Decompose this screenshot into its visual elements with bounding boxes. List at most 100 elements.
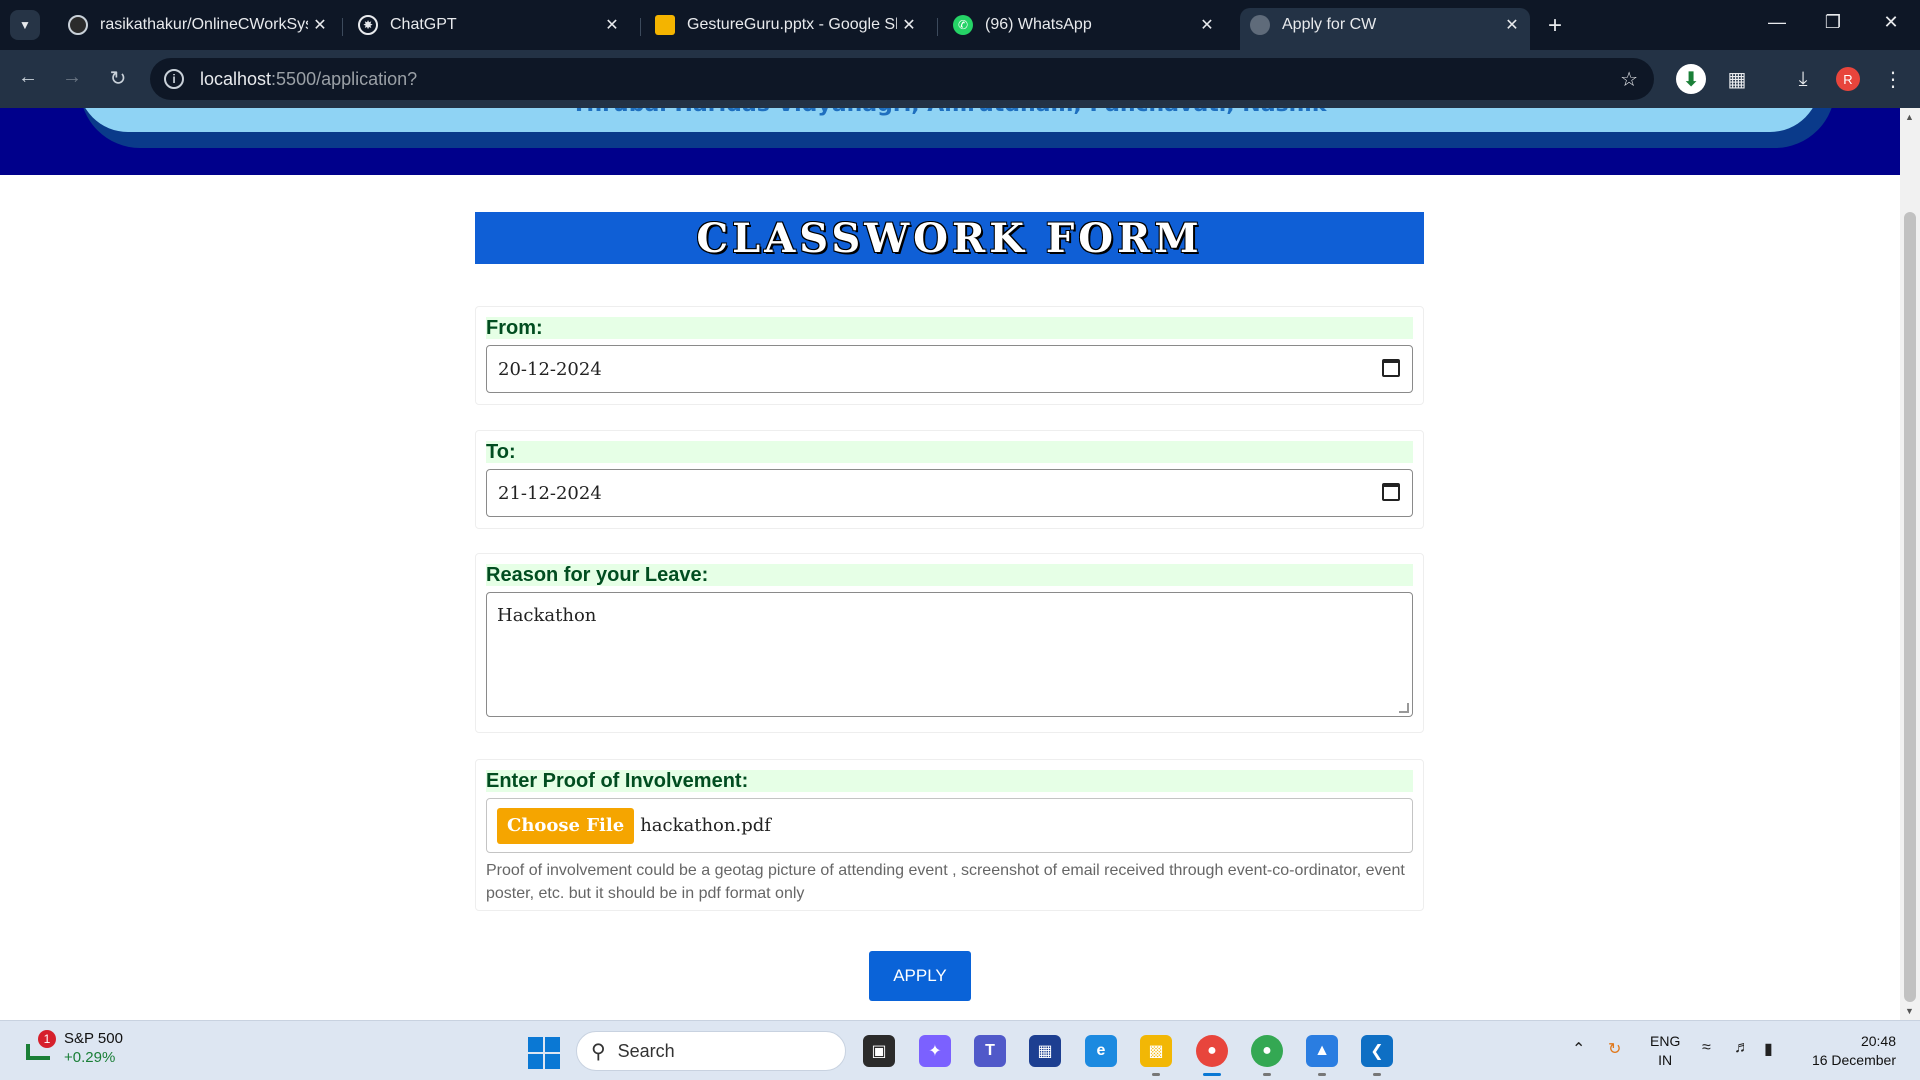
- lang-region: IN: [1658, 1052, 1673, 1068]
- reason-field-card: Reason for your Leave: Hackathon: [475, 553, 1424, 733]
- clock-time: 20:48: [1860, 1033, 1896, 1049]
- copilot-icon[interactable]: ✦: [919, 1035, 951, 1067]
- browser-toolbar: ← → ↻ i localhost:5500/application? ☆ ⬇ …: [0, 50, 1920, 108]
- stock-chart-icon: 1: [24, 1030, 56, 1062]
- choose-file-button[interactable]: Choose File: [497, 807, 635, 844]
- chrome-icon[interactable]: ●: [1196, 1035, 1228, 1067]
- header-address: Thrubai Haridas Vidyanagri, Amrutdham, P…: [78, 108, 1820, 117]
- active-indicator: [1203, 1073, 1221, 1076]
- selected-file-name: hackathon.pdf: [640, 815, 771, 836]
- running-indicator: [1318, 1073, 1326, 1076]
- url-text: localhost:5500/application?: [200, 68, 418, 89]
- running-indicator: [1152, 1073, 1160, 1076]
- from-date-value: 20-12-2024: [498, 358, 602, 380]
- extensions-puzzle-icon[interactable]: ▦: [1722, 64, 1752, 94]
- scroll-thumb[interactable]: [1904, 212, 1916, 1002]
- tab-separator: [937, 18, 938, 36]
- proof-file-input[interactable]: Choose File hackathon.pdf: [486, 798, 1413, 853]
- tab-apply-for-cw[interactable]: Apply for CW ✕: [1240, 8, 1530, 50]
- reason-value: Hackathon: [497, 605, 597, 626]
- menu-kebab-icon[interactable]: ⋮: [1878, 64, 1908, 94]
- edge-icon[interactable]: e: [1085, 1035, 1117, 1067]
- to-field-card: To: 21-12-2024: [475, 430, 1424, 529]
- stock-name: S&P 500: [64, 1030, 123, 1047]
- to-date-input[interactable]: 21-12-2024: [486, 469, 1413, 517]
- stock-widget-text: S&P 500 +0.29%: [64, 1029, 123, 1067]
- task-view-icon[interactable]: ▣: [863, 1035, 895, 1067]
- tab-whatsapp[interactable]: ✆ (96) WhatsApp ✕: [943, 8, 1225, 42]
- browser-tab-strip: ▼ rasikathakur/OnlineCWorkSyste ✕ ✸ Chat…: [0, 0, 1920, 50]
- lang-code: ENG: [1650, 1033, 1681, 1049]
- tab-google-slides[interactable]: GestureGuru.pptx - Google Slide ✕: [645, 8, 927, 42]
- calendar-icon[interactable]: [1382, 483, 1400, 501]
- show-hidden-icons-icon[interactable]: ⌃: [1572, 1039, 1585, 1059]
- google-slides-icon: [655, 15, 675, 35]
- language-indicator[interactable]: ENG IN: [1650, 1032, 1680, 1070]
- from-field-card: From: 20-12-2024: [475, 306, 1424, 405]
- calendar-icon[interactable]: [1382, 359, 1400, 377]
- tab-title: (96) WhatsApp: [985, 16, 1092, 33]
- page-viewport: Thrubai Haridas Vidyanagri, Amrutdham, P…: [0, 108, 1900, 1020]
- whatsapp-icon: ✆: [953, 15, 973, 35]
- apply-button[interactable]: APPLY: [869, 951, 971, 1001]
- tab-title: Apply for CW: [1282, 16, 1377, 33]
- new-tab-icon[interactable]: +: [1542, 12, 1568, 40]
- chrome-profile-icon[interactable]: ●: [1251, 1035, 1283, 1067]
- profile-avatar[interactable]: R: [1836, 67, 1860, 91]
- tab-search-icon[interactable]: ▼: [10, 10, 40, 40]
- file-explorer-icon[interactable]: ▩: [1140, 1035, 1172, 1067]
- clock-date: 16 December: [1811, 1052, 1896, 1068]
- minimize-icon[interactable]: —: [1762, 12, 1792, 33]
- github-icon: [68, 15, 88, 35]
- tab-title: rasikathakur/OnlineCWorkSyste: [100, 16, 308, 33]
- forward-icon[interactable]: →: [58, 66, 86, 89]
- notification-badge: 1: [38, 1030, 56, 1048]
- teams-icon[interactable]: T: [974, 1035, 1006, 1067]
- close-icon[interactable]: ✕: [600, 15, 624, 35]
- classwork-form: CLASSWORK FORM From: 20-12-2024 To: 21-1…: [475, 212, 1424, 911]
- bookmark-star-icon[interactable]: ☆: [1620, 67, 1638, 92]
- page-scrollbar[interactable]: ▲ ▼: [1900, 108, 1920, 1020]
- tab-github[interactable]: rasikathakur/OnlineCWorkSyste ✕: [58, 8, 338, 42]
- site-info-icon[interactable]: i: [164, 69, 184, 89]
- stock-change: +0.29%: [64, 1049, 116, 1066]
- close-icon[interactable]: ✕: [897, 15, 921, 35]
- address-bar[interactable]: i localhost:5500/application? ☆: [150, 58, 1654, 100]
- wifi-icon[interactable]: ≈: [1702, 1039, 1711, 1057]
- globe-icon: [1250, 15, 1270, 35]
- reason-textarea[interactable]: Hackathon: [486, 592, 1413, 717]
- resize-handle-icon[interactable]: [1399, 703, 1409, 713]
- back-icon[interactable]: ←: [14, 66, 42, 89]
- sync-icon[interactable]: ↻: [1608, 1039, 1621, 1059]
- windows-start-icon[interactable]: [528, 1037, 560, 1069]
- scroll-up-icon[interactable]: ▲: [1905, 112, 1914, 122]
- header-pill: Thrubai Haridas Vidyanagri, Amrutdham, P…: [78, 108, 1820, 132]
- close-icon[interactable]: ✕: [1500, 15, 1524, 35]
- photos-icon[interactable]: ▲: [1306, 1035, 1338, 1067]
- tab-title: GestureGuru.pptx - Google Slide: [687, 16, 897, 33]
- close-icon[interactable]: ✕: [308, 15, 332, 35]
- stock-widget[interactable]: 1 S&P 500 +0.29%: [24, 1029, 123, 1067]
- battery-icon[interactable]: ▮: [1764, 1039, 1773, 1059]
- from-date-input[interactable]: 20-12-2024: [486, 345, 1413, 393]
- reason-label: Reason for your Leave:: [486, 564, 1413, 586]
- to-date-value: 21-12-2024: [498, 482, 602, 504]
- window-close-icon[interactable]: ✕: [1876, 12, 1906, 33]
- reload-icon[interactable]: ↻: [104, 66, 132, 91]
- download-extension-icon[interactable]: ⬇: [1676, 64, 1706, 94]
- scroll-down-icon[interactable]: ▼: [1905, 1006, 1914, 1016]
- downloads-icon[interactable]: ⤓: [1788, 64, 1818, 94]
- from-label: From:: [486, 317, 1413, 339]
- tab-separator: [342, 18, 343, 36]
- close-icon[interactable]: ✕: [1195, 15, 1219, 35]
- store-icon[interactable]: ▦: [1029, 1035, 1061, 1067]
- page-header: Thrubai Haridas Vidyanagri, Amrutdham, P…: [0, 108, 1900, 175]
- vscode-icon[interactable]: ❮: [1361, 1035, 1393, 1067]
- proof-field-card: Enter Proof of Involvement: Choose File …: [475, 759, 1424, 911]
- volume-icon[interactable]: ♬: [1734, 1039, 1750, 1057]
- restore-icon[interactable]: ❐: [1818, 12, 1848, 33]
- running-indicator: [1263, 1073, 1271, 1076]
- tab-chatgpt[interactable]: ✸ ChatGPT ✕: [348, 8, 630, 42]
- taskbar-clock[interactable]: 20:48 16 December: [1800, 1032, 1896, 1070]
- taskbar-search[interactable]: ⚲ Search: [576, 1031, 846, 1071]
